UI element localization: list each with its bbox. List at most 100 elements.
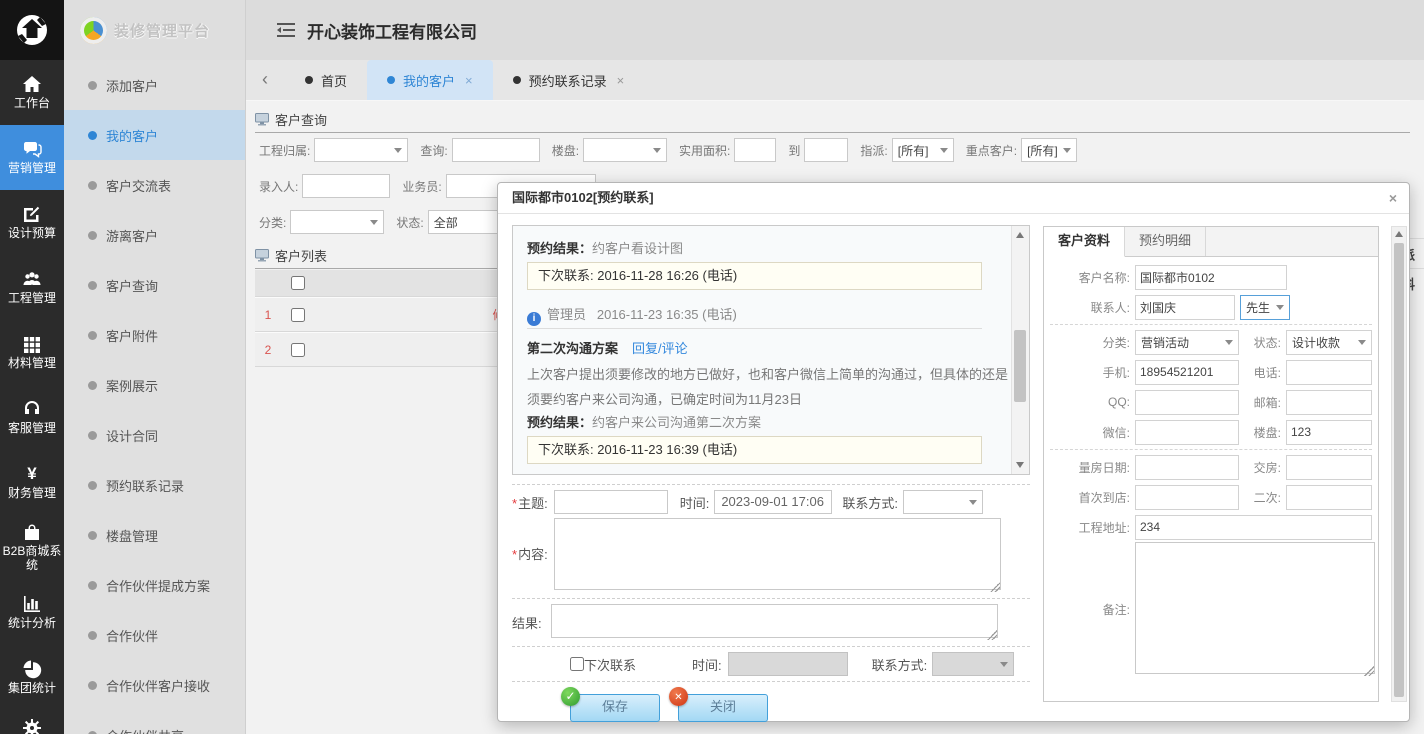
category-value: 营销活动 — [1141, 334, 1189, 351]
tab-home[interactable]: 首页 — [285, 60, 367, 100]
resize-grip-icon[interactable] — [1364, 666, 1374, 676]
save-button[interactable]: 保存 — [570, 694, 660, 722]
submenu-item-add-customer[interactable]: 添加客户 — [64, 60, 245, 110]
project-select[interactable] — [314, 138, 408, 162]
tab-appointment-detail[interactable]: 预约明细 — [1125, 227, 1206, 256]
reply-comment-link[interactable]: 回复/评论 — [632, 341, 688, 356]
contact-method-select[interactable] — [903, 490, 983, 514]
area-from-input[interactable] — [734, 138, 776, 162]
building-input[interactable] — [1286, 420, 1372, 445]
followup-contact-select[interactable] — [932, 652, 1014, 676]
mobile-input[interactable] — [1135, 360, 1239, 385]
scroll-up-icon[interactable] — [1016, 232, 1024, 238]
submenu-item-partner-share[interactable]: 合作伙伴共享 — [64, 710, 245, 734]
history-scrollbar — [1011, 226, 1029, 474]
next-contact-box-1: 下次联系: 2016-11-28 16:26 (电话) — [527, 262, 982, 290]
row-checkbox[interactable] — [291, 308, 305, 322]
scrollbar-thumb[interactable] — [1014, 330, 1026, 402]
category-select[interactable]: 营销活动 — [1135, 330, 1239, 355]
bullet-icon — [88, 331, 97, 340]
panel-divider — [1050, 449, 1372, 450]
row-checkbox[interactable] — [291, 343, 305, 357]
scrollbar-thumb[interactable] — [1394, 243, 1404, 697]
contact-name-input[interactable] — [1135, 295, 1235, 320]
submenu-item-communication[interactable]: 客户交流表 — [64, 160, 245, 210]
submenu-item-partner-receive[interactable]: 合作伙伴客户接收 — [64, 660, 245, 710]
email-input[interactable] — [1286, 390, 1372, 415]
tab-close-icon[interactable]: × — [465, 73, 473, 88]
handover-input[interactable] — [1286, 455, 1372, 480]
rail-item-design-budget[interactable]: 设计预算 — [0, 190, 64, 255]
submenu-item-building-mgmt[interactable]: 楼盘管理 — [64, 510, 245, 560]
tabs-scroll-left-icon[interactable]: ‹ — [245, 60, 285, 100]
rail-item-marketing[interactable]: 营销管理 — [0, 125, 64, 190]
second-visit-input[interactable] — [1286, 485, 1372, 510]
appointment-contact-modal: 国际都市0102[预约联系] × 预约结果：约客户看设计图 下次联系: 2016… — [497, 182, 1410, 722]
building-select[interactable] — [583, 138, 667, 162]
keyword-input[interactable] — [452, 138, 540, 162]
area-to-input[interactable] — [804, 138, 848, 162]
assign-select[interactable]: [所有] — [892, 138, 954, 162]
scroll-up-icon[interactable] — [1395, 231, 1403, 237]
rail-item-label: B2B商城系统 — [2, 545, 62, 573]
select-all-checkbox[interactable] — [291, 276, 305, 290]
modal-close-icon[interactable]: × — [1389, 190, 1397, 206]
history-paragraph-line: 须要约客户来公司沟通，已确定时间为11月23日 — [527, 389, 802, 408]
time-value-box[interactable]: 2023-09-01 17:06 — [714, 490, 832, 514]
tab-close-icon[interactable]: × — [617, 73, 625, 88]
first-visit-input[interactable] — [1135, 485, 1239, 510]
submenu-item-floating-customers[interactable]: 游离客户 — [64, 210, 245, 260]
select-all-cell — [281, 276, 315, 291]
submenu-item-partner-commission[interactable]: 合作伙伴提成方案 — [64, 560, 245, 610]
category-select[interactable] — [290, 210, 384, 234]
form-divider — [512, 646, 1030, 647]
wechat-label: 微信: — [1050, 424, 1135, 441]
followup-checkbox[interactable] — [570, 657, 584, 671]
phone-input[interactable] — [1286, 360, 1372, 385]
tab-my-customers[interactable]: 我的客户 × — [367, 60, 493, 100]
wechat-input[interactable] — [1135, 420, 1239, 445]
subject-input[interactable] — [554, 490, 668, 514]
status-select[interactable]: 设计收款 — [1286, 330, 1372, 355]
measure-date-input[interactable] — [1135, 455, 1239, 480]
vip-select[interactable]: [所有] — [1021, 138, 1077, 162]
submenu-item-attachments[interactable]: 客户附件 — [64, 310, 245, 360]
resize-grip-icon[interactable] — [990, 582, 1000, 592]
menu-fold-icon[interactable] — [277, 23, 295, 37]
submenu-item-partner[interactable]: 合作伙伴 — [64, 610, 245, 660]
followup-time-input[interactable] — [728, 652, 848, 676]
dropdown-arrow-icon — [394, 148, 402, 153]
entry-input[interactable] — [302, 174, 390, 198]
submenu-item-customer-query[interactable]: 客户查询 — [64, 260, 245, 310]
submenu-item-design-contract[interactable]: 设计合同 — [64, 410, 245, 460]
result-textarea[interactable] — [551, 604, 998, 638]
customer-name-input[interactable] — [1135, 265, 1287, 290]
rail-item-workbench[interactable]: 工作台 — [0, 60, 64, 125]
app-logo[interactable] — [0, 0, 64, 60]
rail-item-project[interactable]: 工程管理 — [0, 255, 64, 320]
submenu-item-my-customers[interactable]: 我的客户 — [64, 110, 245, 160]
modal-buttons: 保存 关闭 — [570, 694, 1030, 722]
rail-item-group-stats[interactable]: 集团统计 — [0, 645, 64, 710]
rail-item-label: 工程管理 — [8, 292, 56, 306]
qq-input[interactable] — [1135, 390, 1239, 415]
submenu-item-case-show[interactable]: 案例展示 — [64, 360, 245, 410]
resize-grip-icon[interactable] — [987, 630, 997, 640]
title-select[interactable]: 先生 — [1240, 295, 1290, 320]
tab-customer-profile[interactable]: 客户资料 — [1044, 227, 1125, 257]
rail-item-statistics[interactable]: 统计分析 — [0, 580, 64, 645]
scroll-down-icon[interactable] — [1016, 462, 1024, 468]
remark-textarea[interactable] — [1135, 542, 1375, 674]
address-input[interactable] — [1135, 515, 1372, 540]
company-name: 开心装饰工程有限公司 — [307, 18, 477, 43]
result-row: 结果: — [512, 604, 1030, 641]
submenu-item-appointment-records[interactable]: 预约联系记录 — [64, 460, 245, 510]
close-button[interactable]: 关闭 — [678, 694, 768, 722]
content-textarea[interactable] — [554, 518, 1001, 590]
rail-item-b2b-mall[interactable]: B2B商城系统 — [0, 515, 64, 580]
rail-item-finance[interactable]: ¥ 财务管理 — [0, 450, 64, 515]
rail-item-service[interactable]: 客服管理 — [0, 385, 64, 450]
rail-item-materials[interactable]: 材料管理 — [0, 320, 64, 385]
rail-item-settings[interactable] — [0, 718, 64, 734]
tab-appointment-records[interactable]: 预约联系记录 × — [493, 60, 645, 100]
